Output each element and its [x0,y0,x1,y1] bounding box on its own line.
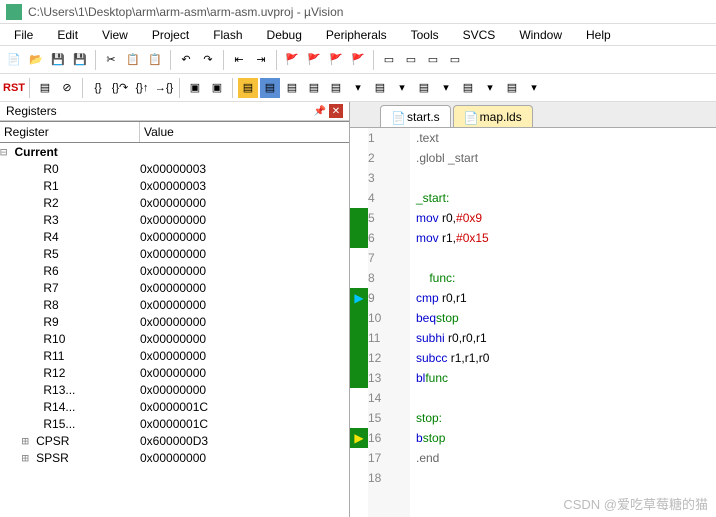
register-row[interactable]: R00x00000003 [0,160,349,177]
undo-icon[interactable]: ↶ [176,50,196,70]
registers-panel: Registers 📌 ✕ Register Value ⊟ Current R… [0,102,350,517]
disasm-icon[interactable]: ▣ [207,78,227,98]
menu-view[interactable]: View [90,26,140,44]
bookmark-clear-icon[interactable]: 🚩 [348,50,368,70]
reset-icon[interactable]: RST [4,78,24,98]
register-group[interactable]: ⊟ Current [0,143,349,160]
stepout-icon[interactable]: {}↑ [132,78,152,98]
dropdown-icon[interactable]: ▾ [480,78,500,98]
open-icon[interactable]: 📂 [26,50,46,70]
menu-file[interactable]: File [2,26,45,44]
pin-icon[interactable]: 📌 [313,104,327,118]
menu-debug[interactable]: Debug [255,26,314,44]
cmd-icon[interactable]: ▣ [185,78,205,98]
registers-body[interactable]: ⊟ Current R00x00000003 R10x00000003 R20x… [0,143,349,517]
menu-flash[interactable]: Flash [201,26,254,44]
win-icon[interactable]: ▤ [304,78,324,98]
menu-tools[interactable]: Tools [399,26,451,44]
bookmark-prev-icon[interactable]: 🚩 [304,50,324,70]
dropdown-icon[interactable]: ▾ [348,78,368,98]
dropdown-icon[interactable]: ▾ [392,78,412,98]
register-row[interactable]: R30x00000000 [0,211,349,228]
register-row[interactable]: R15...0x0000001C [0,415,349,432]
file-icon: 📄 [391,111,403,123]
win-icon[interactable]: ▤ [260,78,280,98]
register-row[interactable]: ⊞ CPSR0x600000D3 [0,432,349,449]
register-row[interactable]: R13...0x00000000 [0,381,349,398]
run-icon[interactable]: ▤ [35,78,55,98]
register-row[interactable]: R14...0x0000001C [0,398,349,415]
redo-icon[interactable]: ↷ [198,50,218,70]
register-row[interactable]: R40x00000000 [0,228,349,245]
menu-help[interactable]: Help [574,26,623,44]
copy-icon[interactable]: 📋 [123,50,143,70]
saveall-icon[interactable]: 💾 [70,50,90,70]
toolbar-1: 📄 📂 💾 💾 ✂ 📋 📋 ↶ ↷ ⇤ ⇥ 🚩 🚩 🚩 🚩 ▭ ▭ ▭ ▭ [0,46,716,74]
titlebar: C:\Users\1\Desktop\arm\arm-asm\arm-asm.u… [0,0,716,24]
uncomment-icon[interactable]: ▭ [401,50,421,70]
bookmark-next-icon[interactable]: 🚩 [326,50,346,70]
win-icon[interactable]: ▤ [458,78,478,98]
outdent-icon[interactable]: ⇥ [251,50,271,70]
app-icon [6,4,22,20]
register-row[interactable]: R100x00000000 [0,330,349,347]
save-icon[interactable]: 💾 [48,50,68,70]
win-icon[interactable]: ▤ [238,78,258,98]
comment-icon[interactable]: ▭ [379,50,399,70]
tab-start-s[interactable]: 📄start.s [380,105,451,127]
menu-project[interactable]: Project [140,26,201,44]
win-icon[interactable]: ▤ [414,78,434,98]
step-icon[interactable]: {} [88,78,108,98]
registers-header: Register Value [0,121,349,143]
menu-edit[interactable]: Edit [45,26,90,44]
win-icon[interactable]: ▤ [326,78,346,98]
dropdown-icon[interactable]: ▾ [524,78,544,98]
toolbar-2: RST ▤ ⊘ {} {}↷ {}↑ →{} ▣ ▣ ▤ ▤ ▤ ▤ ▤ ▾ ▤… [0,74,716,102]
tb-icon[interactable]: ▭ [445,50,465,70]
register-row[interactable]: R20x00000000 [0,194,349,211]
close-icon[interactable]: ✕ [329,104,343,118]
register-row[interactable]: ⊞ SPSR0x00000000 [0,449,349,466]
cut-icon[interactable]: ✂ [101,50,121,70]
menu-svcs[interactable]: SVCS [451,26,508,44]
col-value: Value [140,122,178,142]
runcursor-icon[interactable]: →{} [154,78,174,98]
register-row[interactable]: R10x00000003 [0,177,349,194]
window-title: C:\Users\1\Desktop\arm\arm-asm\arm-asm.u… [28,5,343,19]
new-icon[interactable]: 📄 [4,50,24,70]
paste-icon[interactable]: 📋 [145,50,165,70]
indent-icon[interactable]: ⇤ [229,50,249,70]
register-row[interactable]: R80x00000000 [0,296,349,313]
panel-title: Registers [6,104,57,118]
register-row[interactable]: R90x00000000 [0,313,349,330]
code-editor[interactable]: ▶▶ 123456789101112131415161718 .text.glo… [350,128,716,517]
editor-tabs: 📄start.s📄map.lds [350,102,716,128]
menu-peripherals[interactable]: Peripherals [314,26,399,44]
win-icon[interactable]: ▤ [282,78,302,98]
register-row[interactable]: R120x00000000 [0,364,349,381]
register-row[interactable]: R50x00000000 [0,245,349,262]
tb-icon[interactable]: ▭ [423,50,443,70]
dropdown-icon[interactable]: ▾ [436,78,456,98]
win-icon[interactable]: ▤ [370,78,390,98]
register-row[interactable]: R110x00000000 [0,347,349,364]
file-icon: 📄 [464,111,476,123]
col-register: Register [0,122,140,142]
tab-map-lds[interactable]: 📄map.lds [453,105,533,127]
register-row[interactable]: R60x00000000 [0,262,349,279]
bookmark-icon[interactable]: 🚩 [282,50,302,70]
stop-icon[interactable]: ⊘ [57,78,77,98]
stepover-icon[interactable]: {}↷ [110,78,130,98]
menu-window[interactable]: Window [507,26,574,44]
register-row[interactable]: R70x00000000 [0,279,349,296]
win-icon[interactable]: ▤ [502,78,522,98]
menubar: FileEditViewProjectFlashDebugPeripherals… [0,24,716,46]
watermark: CSDN @爱吃草莓糖的猫 [563,494,708,513]
